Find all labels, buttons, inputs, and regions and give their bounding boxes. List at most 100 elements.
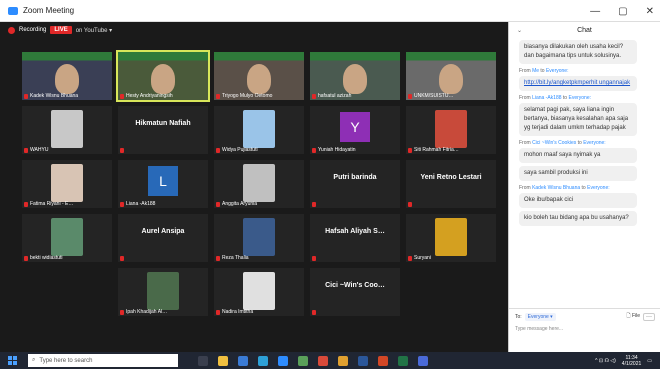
youtube-dropdown[interactable]: on YouTube ▾ [76,27,113,34]
chevron-down-icon[interactable]: ⌄ [517,27,522,34]
windows-taskbar: ⌕ Type here to search ^ ⊡ ☊ ◁) 11:34 4/1… [0,352,660,369]
store-icon[interactable] [238,355,248,366]
recipient-dropdown[interactable]: Everyone ▾ [524,313,556,321]
clock[interactable]: 11:34 4/1/2021 [622,355,641,367]
participant-name: Liana -Ak188 [126,201,156,207]
chat-message-input[interactable]: Type message here... [515,326,655,332]
muted-mic-icon [408,93,412,99]
taskbar-apps [198,355,428,366]
participant-name: Ipah Khadijah Al… [126,309,168,315]
participant-tile[interactable]: Siti Rahmah Fitria… [406,106,496,154]
participant-name-tag: Nadira Imtitha [216,309,253,315]
windows-start-icon[interactable] [8,355,18,366]
muted-mic-icon [24,201,28,207]
chat-header: ⌄ Chat [509,22,660,38]
participant-tile[interactable]: L Liana -Ak188 [118,160,208,208]
excel-icon[interactable] [398,355,408,366]
participant-name-tag: Yuniah Hidayatin [312,147,356,153]
participant-face [151,64,175,94]
participant-tile[interactable]: Suryani [406,214,496,262]
profile-picture [243,164,275,202]
meeting-area: Recording LIVE on YouTube ▾ Kadek Wisnu … [0,22,508,352]
participant-tile[interactable]: Ipah Khadijah Al… [118,268,208,316]
file-explorer-icon[interactable] [218,355,228,366]
participant-tile[interactable]: Hesty Andriyaningsih [116,50,210,102]
muted-mic-icon [120,201,124,207]
participant-tile[interactable]: Hafsah Aliyah S… [310,214,400,262]
chat-panel: ⌄ Chat biasanya dilakukan oleh usaha kec… [508,22,660,352]
word-icon[interactable] [358,355,368,366]
participant-name: Reza Thalia [222,255,249,261]
participant-tile[interactable]: WAHYU [22,106,112,154]
participant-tile[interactable]: Nadira Imtitha [214,268,304,316]
participant-name-tag: bekti widiastuti [24,255,63,261]
participant-tile[interactable]: Reza Thalia [214,214,304,262]
message-link[interactable]: http://bit.ly/angketpkmperhit ungannajak [519,76,637,91]
participant-name-tag: Ipah Khadijah Al… [120,309,167,315]
message-sender: From Me to Everyone: [519,68,569,74]
zoom-app-icon [8,6,18,15]
muted-mic-icon [120,93,124,99]
edge-icon[interactable] [258,355,268,366]
participant-name-tag: Liana -Ak188 [120,201,155,207]
tray-icons[interactable]: ^ ⊡ ☊ ◁) [595,358,616,364]
participant-name-tag: hafsatul azizah [312,93,351,99]
participant-name: bekti widiastuti [30,255,63,261]
participant-name-tag [120,148,124,153]
participant-name-tag [120,256,124,261]
minimize-button[interactable]: — [590,6,600,17]
live-badge[interactable]: LIVE [50,26,72,34]
participant-tile[interactable]: Yeni Retno Lestari [406,160,496,208]
file-button[interactable]: 🗋 File [627,313,640,321]
participant-tile[interactable]: Fatima Riyani - E… [22,160,112,208]
participant-tile[interactable]: UNKM/SUISTU… [406,52,496,100]
participant-face [343,64,367,94]
app-icon-6[interactable] [298,355,308,366]
participant-tile [406,268,496,316]
participant-name: WAHYU [30,147,49,153]
participant-tile[interactable]: Cici ~Win's Coo… [310,268,400,316]
chat-messages[interactable]: biasanya dilakukan oleh usaha kecil?dan … [509,38,660,308]
powerpoint-icon[interactable] [378,355,388,366]
participant-name: Triyogo Mulyo Oetomo [222,93,273,99]
participant-name-tag [312,310,316,315]
more-options-button[interactable]: ··· [643,313,655,321]
participant-tile[interactable]: Aurel Ansipa [118,214,208,262]
profile-picture [51,110,83,148]
participant-tile[interactable]: hafsatul azizah [310,52,400,100]
zoom-icon[interactable] [278,355,288,366]
close-button[interactable]: ✕ [646,6,654,17]
participant-tile[interactable]: Anggita Aryunia [214,160,304,208]
participant-tile[interactable]: Kadek Wisnu Bhuana [22,52,112,100]
taskbar-search[interactable]: ⌕ Type here to search [28,354,178,367]
participant-tile[interactable]: Y Yuniah Hidayatin [310,106,400,154]
profile-picture [435,218,467,256]
participant-tile[interactable]: bekti widiastuti [22,214,112,262]
chrome-icon[interactable] [338,355,348,366]
participant-tile[interactable]: Widya Pujiastuti [214,106,304,154]
app-icon-12[interactable] [418,355,428,366]
app-icon-7[interactable] [318,355,328,366]
message-bubble: saya sambil produksi ini [519,166,637,181]
notifications-icon[interactable]: ▭ [647,358,652,364]
participant-name-tag: Widya Pujiastuti [216,147,258,153]
participant-name-tag: WAHYU [24,147,48,153]
muted-mic-icon [312,202,316,207]
profile-picture [243,218,275,256]
participant-name: Hesty Andriyaningsih [126,93,173,99]
participant-display-name: Hafsah Aliyah S… [325,228,385,235]
muted-mic-icon [216,309,220,315]
muted-mic-icon [216,255,220,261]
maximize-button[interactable]: ▢ [618,6,627,17]
profile-picture [243,110,275,148]
participant-name: Anggita Aryunia [222,201,258,207]
profile-picture [243,272,275,310]
participant-name-tag: Suryani [408,255,431,261]
participant-tile[interactable]: Triyogo Mulyo Oetomo [214,52,304,100]
participant-name-tag: Kadek Wisnu Bhuana [24,93,78,99]
recording-icon [8,26,15,34]
task-view-icon[interactable] [198,355,208,366]
participant-tile[interactable]: Hikmatun Nafiah [118,106,208,154]
participant-tile[interactable]: Putri barinda [310,160,400,208]
muted-mic-icon [312,256,316,261]
